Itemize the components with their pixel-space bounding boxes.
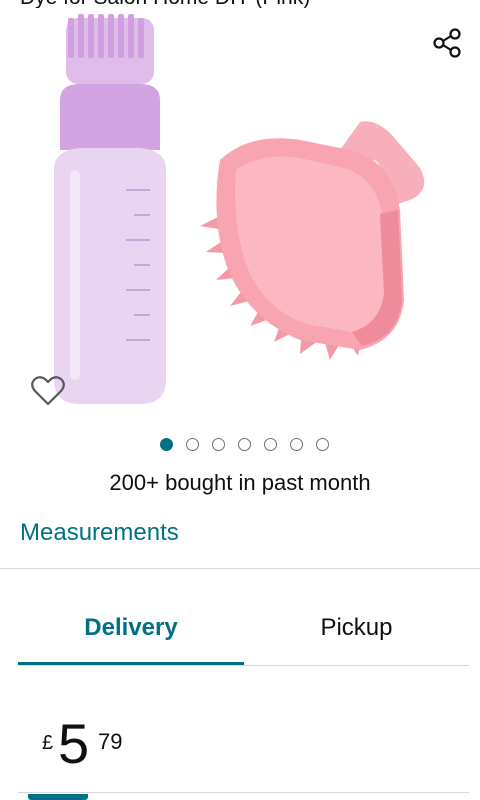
product-image[interactable]: [0, 0, 480, 420]
product-image-gallery[interactable]: [0, 0, 480, 420]
fulfillment-tabs: Delivery Pickup: [18, 590, 469, 666]
price-divider: [18, 792, 469, 793]
scalp-brush-image: [200, 121, 425, 360]
share-icon: [433, 28, 461, 58]
carousel-dot-7[interactable]: [315, 438, 329, 451]
price-currency: £: [42, 732, 54, 754]
tab-delivery-label: Delivery: [84, 614, 178, 641]
share-button[interactable]: [428, 24, 468, 64]
image-carousel-indicator: [0, 436, 480, 454]
tab-pickup-label: Pickup: [320, 614, 393, 641]
heart-icon: [31, 376, 65, 406]
price: £ 5 79: [42, 712, 242, 782]
price-fraction: 79: [98, 729, 123, 754]
carousel-dot-4[interactable]: [237, 438, 251, 451]
carousel-dot-6[interactable]: [289, 438, 303, 451]
measurements-link[interactable]: Measurements: [20, 519, 179, 547]
carousel-dot-5[interactable]: [263, 438, 277, 451]
tab-delivery[interactable]: Delivery: [18, 590, 244, 662]
tabs-divider: [18, 665, 469, 666]
carousel-dot-3[interactable]: [211, 438, 225, 451]
price-whole: 5: [58, 712, 90, 775]
add-to-wishlist-button[interactable]: [30, 374, 66, 408]
applicator-bottle-image: [54, 14, 166, 404]
next-section-peek: [28, 794, 88, 800]
tab-pickup[interactable]: Pickup: [244, 590, 469, 662]
section-divider: [0, 568, 480, 569]
carousel-dot-1[interactable]: [159, 438, 173, 451]
bought-in-past-month-text: 200+ bought in past month: [109, 470, 371, 495]
carousel-dot-2[interactable]: [185, 438, 199, 451]
